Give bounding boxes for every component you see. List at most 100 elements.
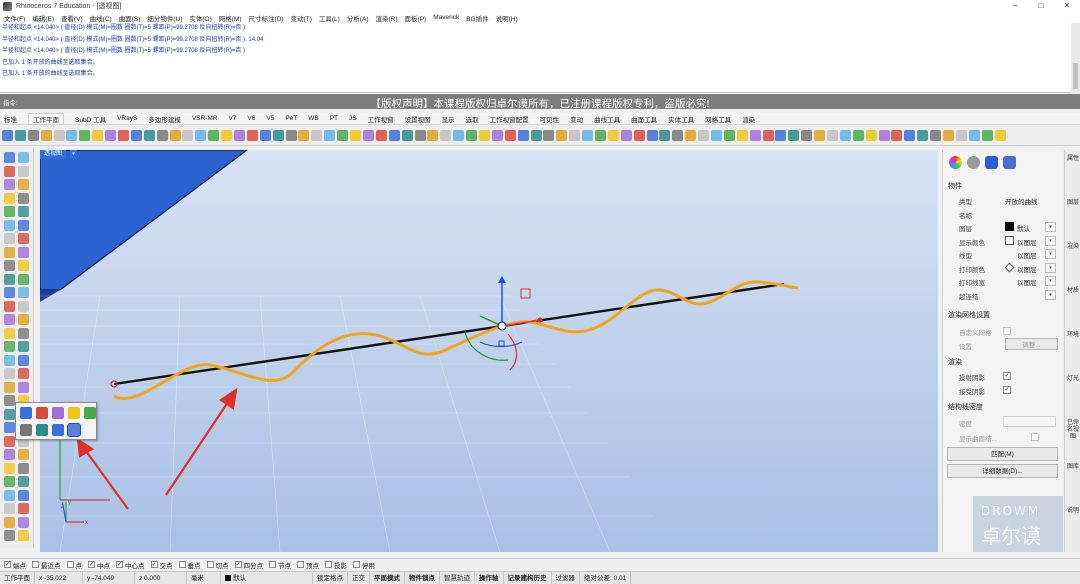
toolbar-tab-3[interactable]: VRayS [117, 115, 137, 122]
left-tool-icon[interactable] [4, 179, 15, 190]
toolbar-icon[interactable] [388, 130, 400, 141]
gumball-origin[interactable] [497, 321, 507, 331]
menu-item-5[interactable]: 细分物件(U) [147, 13, 182, 23]
osnap-checkbox[interactable]: ✓ [234, 561, 242, 568]
osnap-item[interactable]: ✓ 中心点 [116, 560, 145, 570]
left-tool-icon[interactable] [18, 341, 29, 352]
toolbar-tab-21[interactable]: 曲面工具 [631, 114, 657, 124]
side-tab-2[interactable]: 渲染 [1067, 244, 1079, 251]
toolbar-icon[interactable] [40, 130, 52, 141]
left-tool-icon[interactable] [4, 435, 15, 447]
toolbar-icon[interactable] [646, 130, 658, 141]
left-tool-icon[interactable] [18, 192, 29, 204]
left-tool-icon[interactable] [4, 314, 15, 325]
flyout-tool-icon[interactable] [20, 407, 32, 419]
toolbar-icon[interactable] [698, 130, 710, 141]
left-tool-icon[interactable] [4, 287, 15, 298]
menu-item-7[interactable]: 网格(M) [219, 13, 242, 23]
toolbar-icon[interactable] [736, 130, 748, 141]
menu-item-0[interactable]: 文件(F) [4, 13, 25, 23]
adjust-button[interactable]: 调整... [1005, 338, 1058, 350]
osnap-item[interactable]: ✓ 四分点 [234, 560, 263, 570]
left-tool-icon[interactable] [18, 179, 29, 190]
left-tool-icon[interactable] [18, 219, 29, 231]
left-tool-icon[interactable] [18, 152, 29, 163]
left-tool-icon[interactable] [4, 341, 15, 352]
toolbar-icon[interactable] [672, 130, 684, 141]
toolbar-icon[interactable] [246, 130, 258, 141]
status-smarttrack[interactable]: 智慧轨迹 [440, 571, 475, 584]
prop-value[interactable]: 默认 [1017, 223, 1030, 233]
toolbar-icon[interactable] [92, 130, 104, 141]
osnap-checkbox[interactable] [269, 561, 276, 568]
osnap-checkbox[interactable] [325, 561, 332, 568]
prop-value[interactable]: 以图层 [1017, 277, 1037, 287]
left-tool-icon[interactable] [18, 327, 29, 339]
osnap-checkbox[interactable]: ✓ [88, 561, 95, 568]
menu-item-8[interactable]: 尺寸标注(D) [249, 13, 284, 23]
viewport-menu-arrow-icon[interactable]: ▾ [70, 150, 77, 159]
object-props-tab-icon[interactable] [949, 156, 962, 169]
toolbar-icon[interactable] [311, 130, 323, 141]
helix-curve[interactable] [113, 280, 799, 400]
toolbar-tab-24[interactable]: 渲染 [742, 114, 755, 124]
toolbar-icon[interactable] [453, 130, 465, 141]
toolbar-icon[interactable] [930, 130, 942, 141]
minimize-icon[interactable]: – [1002, 0, 1028, 12]
toolbar-tab-20[interactable]: 曲线工具 [594, 114, 620, 124]
toolbar-tab-2[interactable]: SubD 工具 [75, 114, 106, 124]
dropdown-arrow-icon[interactable]: ▾ [1045, 249, 1056, 259]
status-lock-grid[interactable]: 锁定格点 [313, 571, 348, 584]
toolbar-icon[interactable] [414, 130, 426, 141]
flyout-tool-icon[interactable] [52, 424, 64, 436]
osnap-item[interactable]: 顶点 [297, 560, 319, 570]
flyout-tool-icon[interactable] [52, 407, 64, 419]
left-tool-icon[interactable] [4, 530, 15, 541]
toolbar-icon[interactable] [968, 130, 980, 141]
toolbar-icon[interactable] [143, 130, 155, 141]
dropdown-arrow-icon[interactable]: ▾ [1045, 276, 1056, 286]
toolbar-icon[interactable] [659, 130, 671, 141]
status-ortho[interactable]: 正交 [348, 571, 370, 584]
prop-value[interactable]: 以图层 [1017, 237, 1037, 247]
dropdown-arrow-icon[interactable]: ▾ [1045, 235, 1056, 246]
osnap-checkbox[interactable] [353, 561, 360, 568]
toolbar-icon[interactable] [156, 130, 168, 141]
match-button[interactable]: 匹配(M) [947, 447, 1058, 461]
osnap-checkbox[interactable] [178, 561, 186, 568]
status-layer[interactable]: 默认 [221, 571, 313, 584]
osnap-checkbox[interactable]: ✓ [116, 561, 123, 568]
side-tab-0[interactable]: 属性 [1067, 156, 1079, 163]
osnap-item[interactable]: ✓ 中点 [88, 560, 110, 570]
left-tool-icon[interactable] [18, 489, 29, 501]
viewport-title-tab[interactable]: 透视图 [40, 150, 67, 159]
toolbar-tab-13[interactable]: 工作视窗 [368, 114, 394, 124]
close-icon[interactable]: ✕ [1054, 0, 1080, 12]
toolbar-icon[interactable] [607, 130, 619, 141]
left-tool-icon[interactable] [4, 516, 15, 528]
toolbar-icon[interactable] [749, 130, 761, 141]
left-tool-icon[interactable] [18, 300, 29, 312]
toolbar-tab-19[interactable]: 变动 [570, 114, 583, 124]
osnap-checkbox[interactable]: ✓ [150, 561, 158, 568]
toolbar-icon[interactable] [839, 130, 851, 141]
gumball-scale-handle[interactable] [498, 340, 505, 347]
toolbar-icon[interactable] [2, 130, 13, 141]
prop-value[interactable]: 以图层 [1017, 250, 1037, 260]
left-tool-icon[interactable] [4, 368, 15, 379]
toolbar-icon[interactable] [130, 130, 142, 141]
left-tool-icon[interactable] [4, 381, 15, 393]
toolbar-icon[interactable] [298, 130, 310, 141]
flyout-tool-icon[interactable] [67, 423, 81, 437]
osnap-item[interactable]: 投影 [325, 560, 347, 570]
custom-mesh-checkbox[interactable] [1003, 327, 1011, 335]
toolbar-icon[interactable] [878, 130, 890, 141]
history-scrollbar[interactable] [1071, 23, 1080, 93]
left-tool-icon[interactable] [18, 503, 29, 514]
toolbar-icon[interactable] [917, 130, 929, 141]
left-tool-icon[interactable] [4, 449, 15, 460]
menu-item-12[interactable]: 渲染(R) [376, 13, 398, 23]
menu-item-9[interactable]: 变动(T) [291, 13, 312, 23]
menu-item-1[interactable]: 编辑(E) [32, 13, 54, 23]
left-tool-icon[interactable] [18, 314, 29, 325]
